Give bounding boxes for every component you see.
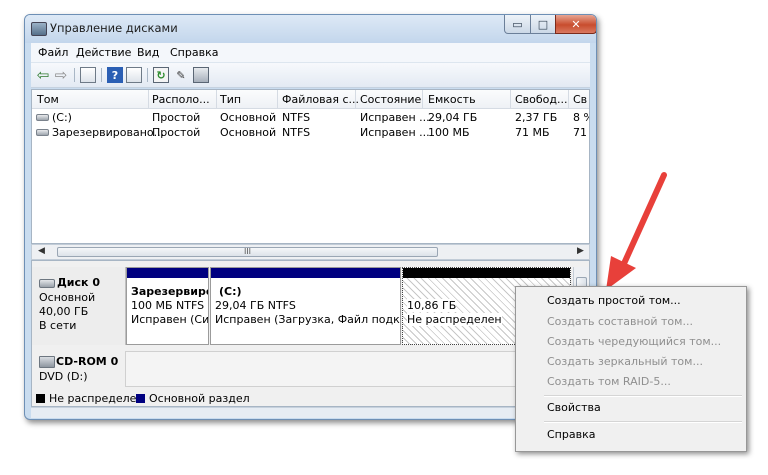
menu-item-properties[interactable]: Свойства: [547, 401, 601, 414]
context-menu: Создать простой том... Создать составной…: [515, 286, 747, 452]
menu-item-create-simple-volume[interactable]: Создать простой том...: [547, 294, 681, 307]
menu-item-create-raid5-volume[interactable]: Создать том RAID-5...: [547, 375, 671, 388]
menu-separator: [544, 421, 742, 423]
menu-item-create-spanned-volume[interactable]: Создать составной том...: [547, 315, 693, 328]
annotation-arrow-shaft: [619, 172, 667, 271]
menu-separator: [544, 395, 742, 397]
annotation-arrow-head: [606, 256, 636, 290]
menu-item-create-mirrored-volume[interactable]: Создать зеркальный том...: [547, 355, 703, 368]
menu-item-create-striped-volume[interactable]: Создать чередующийся том...: [547, 335, 721, 348]
menu-item-help[interactable]: Справка: [547, 428, 595, 441]
